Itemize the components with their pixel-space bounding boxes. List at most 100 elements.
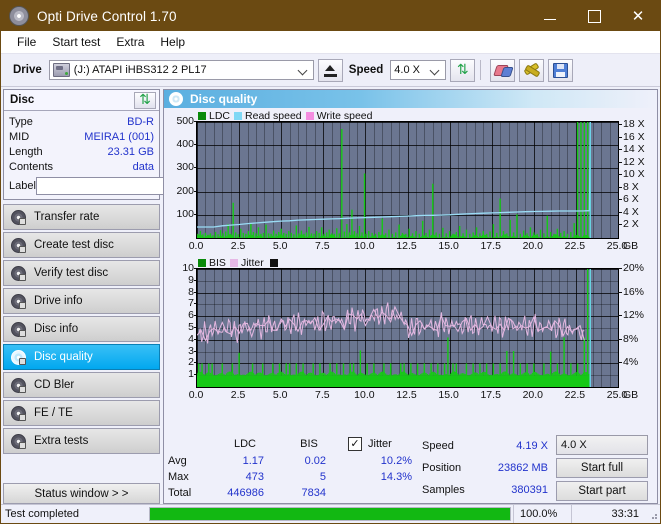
axis-tick-label: 10.0: [354, 389, 375, 401]
sidebar-item-cd-bler[interactable]: CD Bler: [3, 372, 160, 398]
sidebar-item-label: Disc info: [34, 323, 79, 335]
axis-tick-label: 18 X: [623, 118, 645, 131]
ldc-y2-axis: 2 X4 X6 X8 X 10 X 12 X 14 X 16 X 18 X: [618, 118, 655, 239]
disc-icon: [11, 434, 26, 449]
legend-item-bis: BIS: [198, 257, 226, 269]
ldc-chart: LDC Read speed Write speed 100 200 300 400 5…: [166, 110, 655, 254]
axis-tick-label: 14 X: [623, 143, 645, 156]
sidebar-item-create-test-disc[interactable]: Create test disc: [3, 232, 160, 258]
axis-tick-label: 7.5: [314, 240, 330, 252]
bis-chart-legend: BIS Jitter: [198, 257, 281, 269]
axis-tick-label: 16 X: [623, 130, 645, 143]
menubar: File Start test Extra Help: [1, 31, 660, 54]
sidebar-item-label: CD Bler: [34, 379, 75, 391]
stats-avg-bis: 0.02: [304, 454, 326, 467]
speed-select[interactable]: 4.0 X: [390, 60, 447, 80]
axis-tick-label: 8%: [623, 332, 639, 345]
disc-refresh-button[interactable]: ⇅: [134, 91, 156, 109]
drive-icon: [52, 63, 70, 77]
minimize-button[interactable]: [528, 1, 572, 31]
axis-tick-label: 15.0: [438, 240, 459, 252]
bis-x-axis: 0.0 2.5 5.0 7.5 10.0 12.5 15.0 17.5 20.0 22.5 25.0…: [189, 388, 638, 403]
menu-item-file[interactable]: File: [9, 33, 44, 51]
disc-row-type: Type BD-R: [9, 114, 154, 129]
axis-tick-label: 0.0: [188, 240, 204, 252]
panel-header: Disc quality: [164, 90, 657, 108]
legend-item-jitter: Jitter: [229, 257, 264, 269]
stats-max-jitter: 14.3%: [380, 471, 412, 484]
speed-label: Speed: [348, 64, 384, 76]
stats-max-ldc: 473: [245, 471, 264, 484]
disc-row-length-key: Length: [9, 145, 43, 158]
maximize-button[interactable]: [572, 1, 616, 31]
axis-tick-label: 6 X: [623, 193, 639, 206]
drive-select[interactable]: (J:) ATAPI iHBS312 2 PL17: [48, 60, 314, 80]
stats-row-label-avg: Avg: [168, 454, 187, 467]
menu-item-help[interactable]: Help: [152, 33, 193, 51]
eject-button[interactable]: [317, 58, 343, 82]
close-button[interactable]: ✕: [616, 1, 660, 31]
disc-icon: [11, 322, 26, 337]
toolbar-separator: [480, 60, 482, 80]
stats-actions: 4.0 X Start full Start part: [556, 435, 648, 501]
test-speed-select[interactable]: 4.0 X: [556, 435, 648, 455]
sidebar-item-disc-quality[interactable]: Disc quality: [3, 344, 160, 370]
tools-icon: [524, 63, 539, 77]
disc-row-type-value: BD-R: [127, 115, 154, 128]
axis-tick-label: 10 X: [623, 168, 645, 181]
sidebar-item-extra-tests[interactable]: Extra tests: [3, 428, 160, 454]
sidebar-item-fe-te[interactable]: FE / TE: [3, 400, 160, 426]
chevron-down-icon: [431, 66, 439, 74]
sidebar-item-verify-test-disc[interactable]: Verify test disc: [3, 260, 160, 286]
position-stat-label: Position: [422, 461, 462, 474]
sidebar-item-drive-info[interactable]: Drive info: [3, 288, 160, 314]
x-axis-unit: GB: [623, 389, 639, 401]
axis-tick-label: 12 X: [623, 155, 645, 168]
erase-button[interactable]: [490, 58, 516, 82]
resize-grip[interactable]: [647, 509, 657, 519]
axis-tick-label: 17.5: [480, 240, 501, 252]
speed-select-value: 4.0 X: [394, 64, 420, 76]
menu-item-extra[interactable]: Extra: [108, 33, 152, 51]
drive-label: Drive: [13, 64, 42, 76]
menu-item-start-test[interactable]: Start test: [44, 33, 108, 51]
status-window-button[interactable]: Status window > >: [3, 483, 160, 504]
speed-stat-label: Speed: [422, 439, 454, 452]
save-button[interactable]: [548, 58, 574, 82]
axis-tick-label: 17.5: [480, 389, 501, 401]
axis-tick: [618, 186, 622, 188]
stats-row-label-total: Total: [168, 487, 192, 500]
bis-y2-axis: 4% 8% 12% 16% 20%: [618, 262, 655, 388]
disc-info-rows: Type BD-R MID MEIRA1 (001) Length 23.31 …: [4, 111, 206, 199]
start-full-button[interactable]: Start full: [556, 458, 648, 478]
axis-tick: [618, 199, 622, 201]
axis-tick: [618, 211, 622, 213]
toolbar: Drive (J:) ATAPI iHBS312 2 PL17 Speed 4.…: [1, 54, 660, 87]
disc-icon: [11, 266, 26, 281]
axis-tick-label: 2 X: [623, 218, 639, 231]
tools-button[interactable]: [519, 58, 545, 82]
chevron-down-icon: [633, 441, 641, 449]
jitter-header: ✓ Jitter: [340, 436, 416, 451]
samples-stat-label: Samples: [422, 484, 465, 497]
page-title: Disc quality: [190, 92, 258, 106]
axis-tick-label: 15.0: [438, 389, 459, 401]
disc-row-mid-key: MID: [9, 130, 30, 143]
jitter-checkbox[interactable]: ✓: [348, 436, 362, 451]
axis-tick-label: 2.5: [230, 389, 246, 401]
axis-tick-label: 2.5: [230, 240, 246, 252]
start-part-button[interactable]: Start part: [556, 481, 648, 501]
legend-swatch-jitter: [229, 258, 238, 267]
legend-item-write-speed: Write speed: [305, 110, 373, 122]
legend-swatch-write-speed: [305, 111, 314, 120]
disc-row-mid-value: MEIRA1 (001): [84, 130, 154, 143]
axis-tick: [618, 149, 622, 151]
refresh-button[interactable]: ⇅: [450, 58, 476, 82]
stats-row-label-max: Max: [168, 471, 189, 484]
sidebar-item-disc-info[interactable]: Disc info: [3, 316, 160, 342]
sidebar-item-transfer-rate[interactable]: Transfer rate: [3, 204, 160, 230]
disc-panel: Disc ⇅ Type BD-R MID MEIRA1 (001) Length…: [3, 89, 206, 200]
stats-max-bis: 5: [319, 471, 326, 484]
disc-icon: [11, 350, 26, 365]
statusbar: Test completed 100.0% 33:31: [1, 504, 660, 523]
